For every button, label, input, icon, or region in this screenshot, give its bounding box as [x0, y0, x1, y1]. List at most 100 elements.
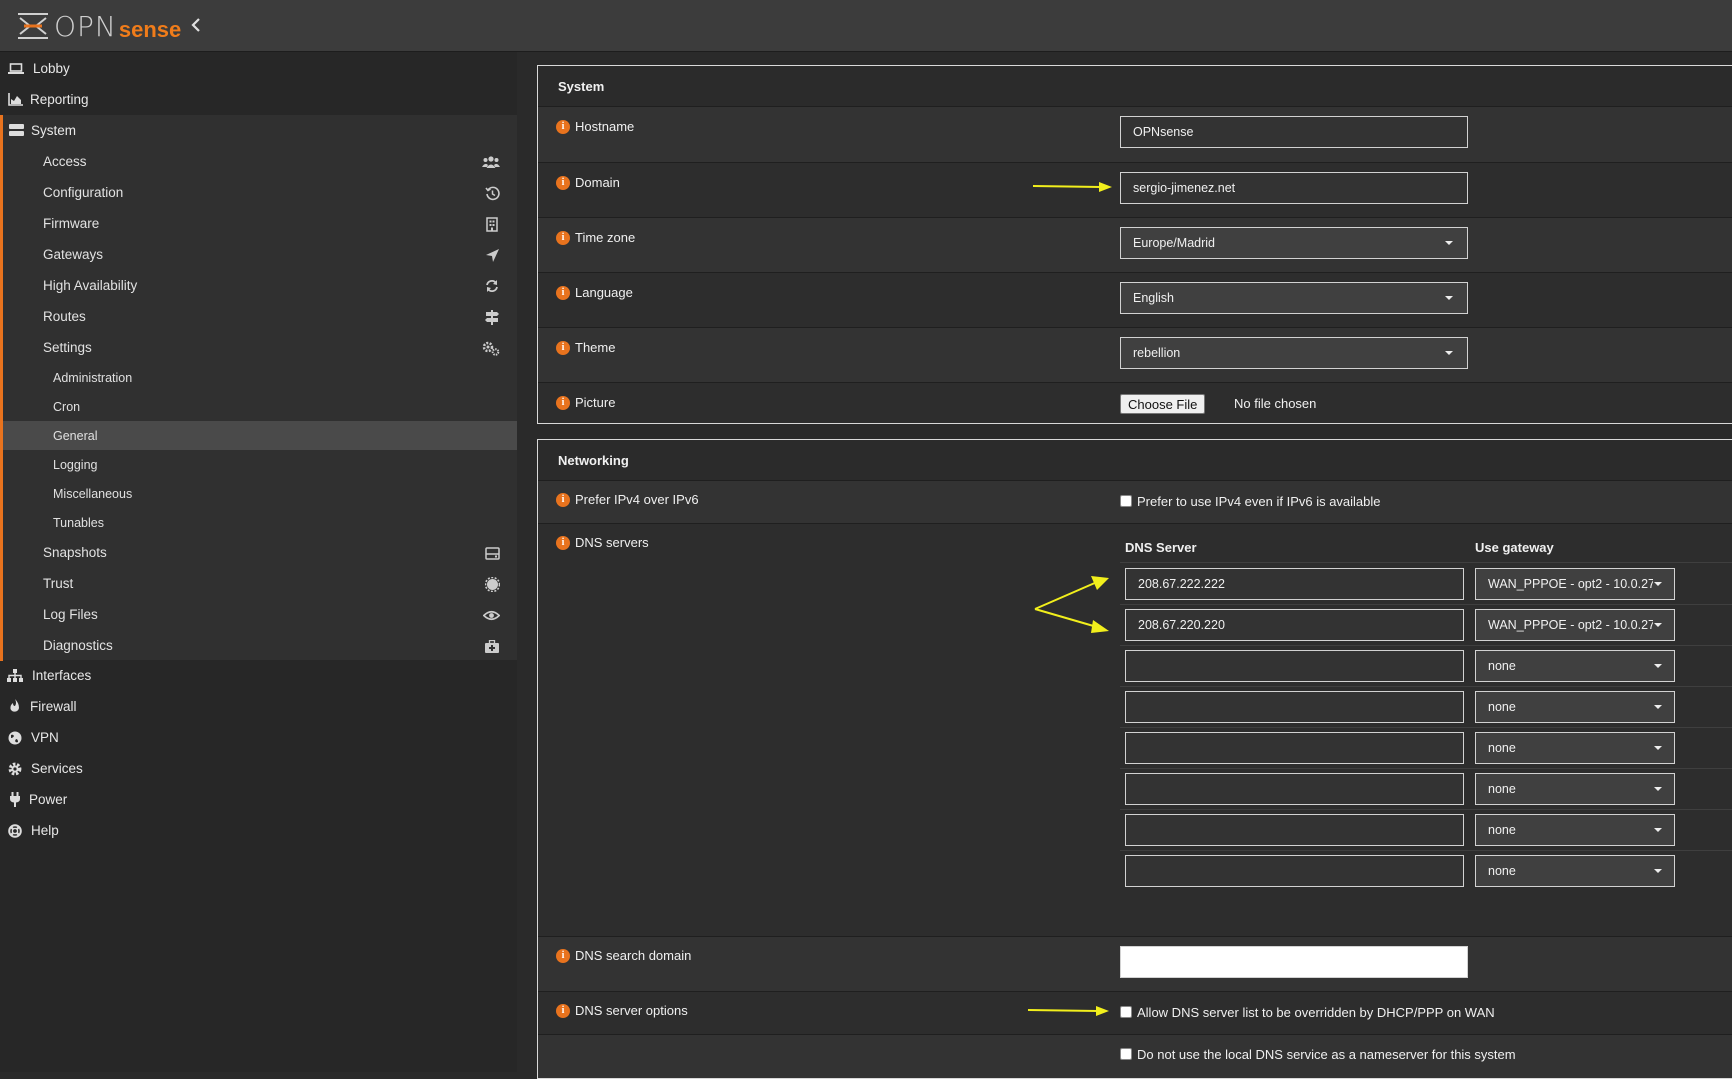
caret-down-icon	[1445, 351, 1453, 355]
history-icon	[484, 185, 500, 201]
sidebar-item-general[interactable]: General	[0, 421, 517, 450]
info-icon[interactable]: i	[556, 1004, 570, 1018]
dns-server-input-7[interactable]	[1125, 814, 1464, 846]
use-gateway-column-header: Use gateway	[1475, 540, 1554, 555]
dns-gateway-select-1[interactable]: WAN_PPPOE - opt2 - 10.0.27	[1475, 568, 1675, 600]
sidebar-item-firewall[interactable]: Firewall	[0, 691, 517, 722]
info-icon[interactable]: i	[556, 396, 570, 410]
panel-title: System	[538, 66, 1732, 107]
sidebar-item-vpn[interactable]: VPN	[0, 722, 517, 753]
dns-server-input-6[interactable]	[1125, 773, 1464, 805]
dns-server-input-1[interactable]: 208.67.222.222	[1125, 568, 1464, 600]
sidebar-item-high-availability[interactable]: High Availability	[0, 270, 517, 301]
sidebar-item-label: Firewall	[30, 699, 77, 714]
info-icon[interactable]: i	[556, 286, 570, 300]
dns-server-options-row-2: Do not use the local DNS service as a na…	[538, 1034, 1732, 1078]
theme-selected-value: rebellion	[1133, 346, 1181, 360]
sidebar-item-interfaces[interactable]: Interfaces	[0, 660, 517, 691]
dns-gateway-select-7[interactable]: none	[1475, 814, 1675, 846]
info-icon[interactable]: i	[556, 231, 570, 245]
sidebar-item-access[interactable]: Access	[0, 146, 517, 177]
sidebar-item-label: Routes	[43, 309, 86, 324]
sidebar-item-settings[interactable]: Settings	[0, 332, 517, 363]
sidebar-item-firmware[interactable]: Firmware	[0, 208, 517, 239]
sidebar-item-miscellaneous[interactable]: Miscellaneous	[0, 479, 517, 508]
sidebar-item-log-files[interactable]: Log Files	[0, 599, 517, 630]
dns-search-domain-label: DNS search domain	[575, 948, 692, 963]
life-ring-icon	[6, 823, 24, 838]
sidebar-item-label: Log Files	[43, 607, 98, 622]
info-icon[interactable]: i	[556, 493, 570, 507]
sidebar-item-configuration[interactable]: Configuration	[0, 177, 517, 208]
sidebar-item-help[interactable]: Help	[0, 815, 517, 846]
annotation-arrow-icon	[1033, 182, 1112, 192]
dns-server-input-3[interactable]	[1125, 650, 1464, 682]
sidebar-item-lobby[interactable]: Lobby	[0, 53, 517, 84]
dns-table-header-divider	[1120, 562, 1732, 563]
sidebar-item-label: Snapshots	[43, 545, 107, 560]
dns-server-input-8[interactable]	[1125, 855, 1464, 887]
sidebar-item-gateways[interactable]: Gateways	[0, 239, 517, 270]
no-local-dns-checkbox[interactable]	[1120, 1048, 1132, 1060]
allow-dns-override-checkbox[interactable]	[1120, 1006, 1132, 1018]
language-row: i Language English	[538, 272, 1732, 327]
system-menu-group: System Access Configuration Firmware Gat…	[0, 115, 517, 661]
info-icon[interactable]: i	[556, 120, 570, 134]
sidebar-item-label: Cron	[53, 399, 81, 414]
language-select[interactable]: English	[1120, 282, 1468, 314]
dns-gateway-select-2[interactable]: WAN_PPPOE - opt2 - 10.0.27	[1475, 609, 1675, 641]
dns-server-column-header: DNS Server	[1125, 540, 1197, 555]
dns-server-input-4[interactable]	[1125, 691, 1464, 723]
dns-server-input-2[interactable]: 208.67.220.220	[1125, 609, 1464, 641]
sidebar-item-snapshots[interactable]: Snapshots	[0, 537, 517, 568]
sidebar-item-logging[interactable]: Logging	[0, 450, 517, 479]
hostname-input[interactable]: OPNsense	[1120, 116, 1468, 148]
dns-gateway-select-6[interactable]: none	[1475, 773, 1675, 805]
domain-label: Domain	[575, 175, 620, 190]
dns-servers-row: i DNS servers DNS Server Use gateway 208…	[538, 523, 1732, 936]
choose-file-button[interactable]: Choose File	[1120, 394, 1206, 414]
dns-gateway-select-4[interactable]: none	[1475, 691, 1675, 723]
annotation-arrows-icon	[1034, 576, 1109, 633]
dns-server-options-row: i DNS server options Allow DNS server li…	[538, 991, 1732, 1034]
sidebar-item-label: Logging	[53, 457, 98, 472]
caret-down-icon	[1654, 746, 1662, 750]
sidebar-item-trust[interactable]: Trust	[0, 568, 517, 599]
prefer-ipv4-row: i Prefer IPv4 over IPv6 Prefer to use IP…	[538, 480, 1732, 523]
info-icon[interactable]: i	[556, 536, 570, 550]
allow-dns-override-label: Allow DNS server list to be overridden b…	[1137, 1005, 1495, 1020]
collapse-sidebar-button[interactable]	[190, 16, 208, 36]
logo-opn-text: OPN	[54, 9, 117, 43]
sidebar-item-power[interactable]: Power	[0, 784, 517, 815]
system-panel: System i Hostname OPNsense i Domain serg…	[537, 65, 1732, 424]
dns-server-options-label: DNS server options	[575, 1003, 688, 1018]
sidebar-item-tunables[interactable]: Tunables	[0, 508, 517, 537]
dns-search-domain-input[interactable]	[1120, 946, 1468, 978]
caret-down-icon	[1445, 241, 1453, 245]
opnsense-logo[interactable]: OPN sense	[16, 9, 181, 43]
sidebar-item-label: Tunables	[53, 515, 104, 530]
gateway-selected-value: WAN_PPPOE - opt2 - 10.0.27	[1488, 577, 1653, 591]
sidebar-item-system[interactable]: System	[0, 115, 517, 146]
prefer-ipv4-checkbox-label: Prefer to use IPv4 even if IPv6 is avail…	[1137, 494, 1381, 509]
timezone-select[interactable]: Europe/Madrid	[1120, 227, 1468, 259]
sidebar-item-cron[interactable]: Cron	[0, 392, 517, 421]
theme-select[interactable]: rebellion	[1120, 337, 1468, 369]
timezone-label: Time zone	[575, 230, 636, 245]
info-icon[interactable]: i	[556, 341, 570, 355]
dns-gateway-select-3[interactable]: none	[1475, 650, 1675, 682]
sidebar-item-reporting[interactable]: Reporting	[0, 84, 517, 115]
prefer-ipv4-checkbox[interactable]	[1120, 495, 1132, 507]
sidebar-item-administration[interactable]: Administration	[0, 363, 517, 392]
dns-gateway-select-5[interactable]: none	[1475, 732, 1675, 764]
domain-input[interactable]: sergio-jimenez.net	[1120, 172, 1468, 204]
sidebar-item-diagnostics[interactable]: Diagnostics	[0, 630, 517, 661]
file-status-text: No file chosen	[1234, 396, 1317, 411]
map-signs-icon	[484, 309, 500, 325]
sidebar-item-services[interactable]: Services	[0, 753, 517, 784]
info-icon[interactable]: i	[556, 949, 570, 963]
dns-gateway-select-8[interactable]: none	[1475, 855, 1675, 887]
info-icon[interactable]: i	[556, 176, 570, 190]
sidebar-item-routes[interactable]: Routes	[0, 301, 517, 332]
dns-server-input-5[interactable]	[1125, 732, 1464, 764]
